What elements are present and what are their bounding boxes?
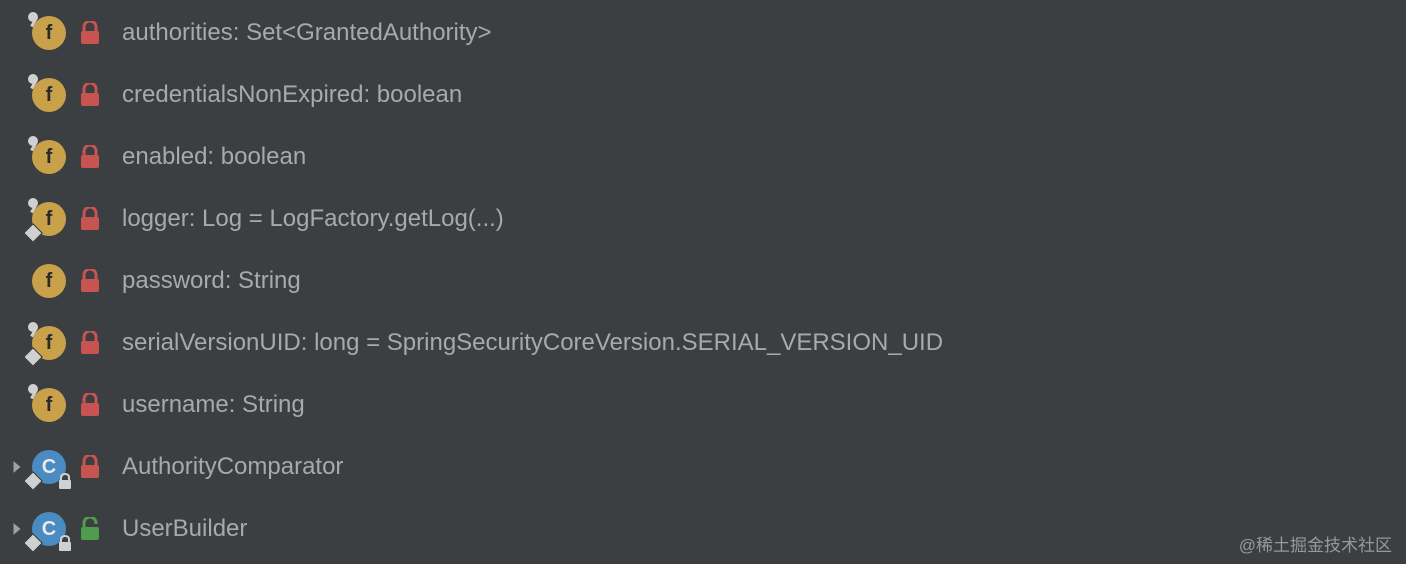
final-pin-icon: [28, 384, 42, 398]
nested-lock-icon: [58, 537, 72, 551]
structure-member-row[interactable]: f serialVersionUID: long = SpringSecurity…: [0, 312, 1406, 374]
member-label: username: String: [122, 391, 305, 419]
field-icon: f: [30, 14, 68, 52]
private-lock-icon: [76, 267, 104, 295]
private-lock-icon: [76, 81, 104, 109]
structure-member-row[interactable]: f logger: Log = LogFactory.getLog(...): [0, 188, 1406, 250]
private-lock-icon: [76, 143, 104, 171]
member-label: authorities: Set<GrantedAuthority>: [122, 19, 492, 47]
member-label: logger: Log = LogFactory.getLog(...): [122, 205, 504, 233]
private-lock-icon: [76, 391, 104, 419]
class-icon: C: [30, 448, 68, 486]
field-icon: f: [30, 200, 68, 238]
field-icon: f: [30, 76, 68, 114]
expand-arrow-icon: [8, 24, 26, 42]
class-icon: C: [30, 510, 68, 548]
expand-arrow-icon: [8, 86, 26, 104]
structure-member-row[interactable]: C UserBuilder: [0, 498, 1406, 560]
structure-member-row[interactable]: C AuthorityComparator: [0, 436, 1406, 498]
member-label: AuthorityComparator: [122, 453, 343, 481]
structure-tree: f authorities: Set<GrantedAuthority> f cred…: [0, 0, 1406, 560]
final-pin-icon: [28, 322, 42, 336]
final-pin-icon: [28, 198, 42, 212]
structure-member-row[interactable]: f password: String: [0, 250, 1406, 312]
expand-arrow-icon[interactable]: [8, 458, 26, 476]
structure-member-row[interactable]: f authorities: Set<GrantedAuthority>: [0, 2, 1406, 64]
private-lock-icon: [76, 329, 104, 357]
structure-member-row[interactable]: f username: String: [0, 374, 1406, 436]
watermark-text: @稀土掘金技术社区: [1239, 531, 1392, 556]
structure-member-row[interactable]: f credentialsNonExpired: boolean: [0, 64, 1406, 126]
member-label: enabled: boolean: [122, 143, 306, 171]
final-pin-icon: [28, 12, 42, 26]
expand-arrow-icon: [8, 210, 26, 228]
member-label: credentialsNonExpired: boolean: [122, 81, 462, 109]
expand-arrow-icon: [8, 396, 26, 414]
nested-lock-icon: [58, 475, 72, 489]
member-label: UserBuilder: [122, 515, 247, 543]
private-lock-icon: [76, 453, 104, 481]
field-icon: f: [30, 262, 68, 300]
private-lock-icon: [76, 19, 104, 47]
expand-arrow-icon: [8, 148, 26, 166]
final-pin-icon: [28, 74, 42, 88]
expand-arrow-icon: [8, 272, 26, 290]
public-lock-icon: [76, 515, 104, 543]
expand-arrow-icon[interactable]: [8, 520, 26, 538]
field-icon: f: [30, 386, 68, 424]
final-pin-icon: [28, 136, 42, 150]
field-icon: f: [30, 138, 68, 176]
member-label: password: String: [122, 267, 301, 295]
field-icon: f: [30, 324, 68, 362]
expand-arrow-icon: [8, 334, 26, 352]
private-lock-icon: [76, 205, 104, 233]
member-label: serialVersionUID: long = SpringSecurityC…: [122, 329, 943, 357]
structure-member-row[interactable]: f enabled: boolean: [0, 126, 1406, 188]
